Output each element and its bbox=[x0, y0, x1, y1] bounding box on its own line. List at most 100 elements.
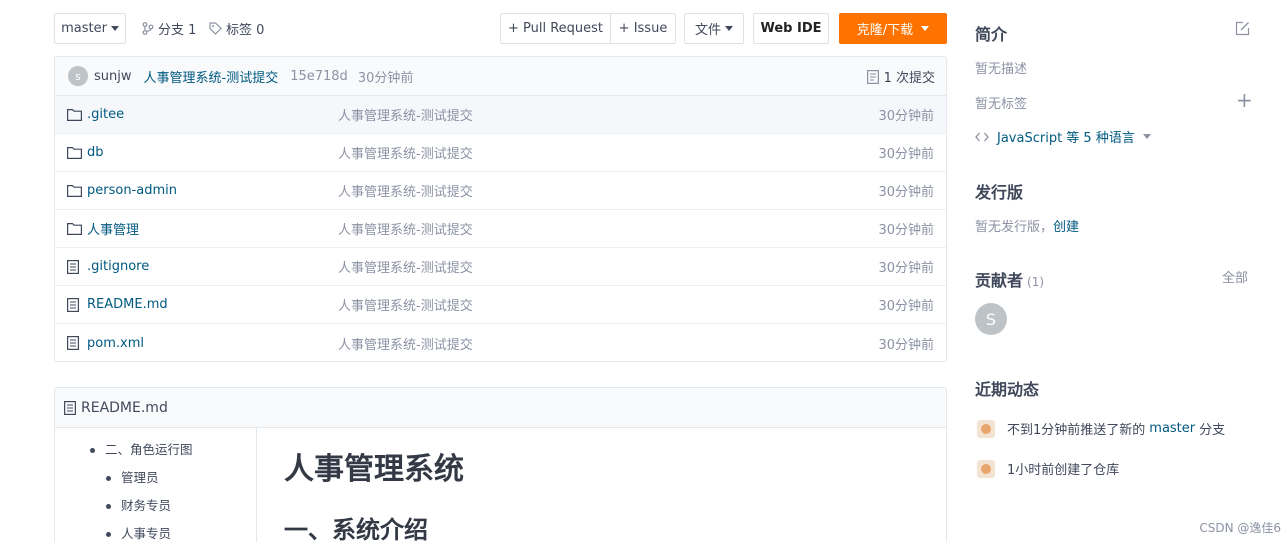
activity-avatar-icon bbox=[977, 459, 995, 478]
clone-download-label: 克隆/下载 bbox=[856, 23, 914, 38]
no-description-text: 暂无描述 bbox=[975, 62, 1028, 77]
chevron-down-icon bbox=[921, 26, 930, 31]
chevron-down-icon bbox=[725, 26, 733, 31]
readme-toc: 二、角色运行图 管理员 财务专员 人事专员 bbox=[55, 428, 257, 542]
add-tag-button[interactable]: + bbox=[1236, 90, 1253, 110]
file-text-icon bbox=[64, 400, 76, 415]
chevron-down-icon bbox=[1142, 134, 1151, 139]
file-commit-message[interactable]: 人事管理系统-测试提交 bbox=[338, 295, 473, 314]
releases-title: 发行版 bbox=[975, 183, 1024, 202]
table-row[interactable]: .gitee 人事管理系统-测试提交 30分钟前 bbox=[55, 96, 946, 134]
file-commit-message[interactable]: 人事管理系统-测试提交 bbox=[338, 257, 473, 276]
branch-select[interactable]: master bbox=[54, 13, 126, 44]
commit-count-link[interactable]: 1 次提交 bbox=[866, 57, 935, 96]
languages-dropdown[interactable]: JavaScript 等 5 种语言 bbox=[975, 127, 1151, 146]
no-tags-text: 暂无标签 bbox=[975, 97, 1028, 112]
table-row[interactable]: db 人事管理系统-测试提交 30分钟前 bbox=[55, 134, 946, 172]
all-contributors-link[interactable]: 全部 bbox=[1222, 267, 1248, 286]
activity-branch-link[interactable]: master bbox=[1149, 421, 1195, 436]
file-commit-time: 30分钟前 bbox=[878, 261, 934, 276]
commit-hash[interactable]: 15e718d bbox=[290, 69, 348, 84]
repo-toolbar: master 分支 1 标签 0 + Pull Request + Issue … bbox=[54, 13, 947, 44]
activity-item: 1小时前创建了仓库 bbox=[977, 459, 1119, 478]
folder-icon bbox=[67, 108, 82, 125]
branches-link[interactable]: 分支 1 bbox=[142, 13, 196, 44]
file-list: s sunjw 人事管理系统-测试提交 15e718d 30分钟前 1 次提交 … bbox=[54, 56, 947, 362]
watermark: CSDN @逸佳6 bbox=[1199, 521, 1281, 535]
toc-item[interactable]: 人事专员 bbox=[55, 520, 256, 542]
tags-link[interactable]: 标签 0 bbox=[209, 13, 264, 44]
file-menu-button[interactable]: 文件 bbox=[684, 13, 744, 44]
readme-filename: README.md bbox=[81, 399, 168, 416]
file-commit-message[interactable]: 人事管理系统-测试提交 bbox=[338, 105, 473, 124]
file-name-link[interactable]: db bbox=[87, 145, 104, 160]
commit-count-label: 1 次提交 bbox=[883, 71, 935, 86]
activity-text: 1小时前创建了仓库 bbox=[1007, 463, 1120, 478]
file-icon bbox=[67, 298, 80, 316]
contributor-avatar[interactable]: S bbox=[975, 303, 1007, 335]
contributors-label: 贡献者 bbox=[975, 271, 1024, 290]
commit-author[interactable]: sunjw bbox=[94, 69, 132, 84]
code-icon bbox=[975, 132, 989, 141]
file-commit-time: 30分钟前 bbox=[878, 223, 934, 238]
table-row[interactable]: .gitignore 人事管理系统-测试提交 30分钟前 bbox=[55, 248, 946, 286]
branch-select-label: master bbox=[61, 21, 107, 36]
latest-commit-bar: s sunjw 人事管理系统-测试提交 15e718d 30分钟前 1 次提交 bbox=[55, 57, 946, 96]
activity-item: 不到1分钟前推送了新的 master 分支 bbox=[977, 419, 1225, 438]
file-icon bbox=[67, 260, 80, 278]
file-name-link[interactable]: README.md bbox=[87, 297, 168, 312]
folder-icon bbox=[67, 184, 82, 201]
activity-avatar-icon bbox=[977, 419, 995, 438]
activity-title: 近期动态 bbox=[975, 380, 1040, 399]
activity-suffix: 分支 bbox=[1199, 423, 1226, 438]
branch-icon bbox=[142, 22, 154, 35]
folder-icon bbox=[67, 146, 82, 163]
file-menu-label: 文件 bbox=[694, 23, 721, 38]
file-commit-message[interactable]: 人事管理系统-测试提交 bbox=[338, 219, 473, 238]
pull-request-button[interactable]: + Pull Request bbox=[500, 13, 611, 44]
file-name-link[interactable]: 人事管理 bbox=[87, 219, 139, 238]
table-row[interactable]: person-admin 人事管理系统-测试提交 30分钟前 bbox=[55, 172, 946, 210]
toc-item[interactable]: 管理员 bbox=[55, 464, 256, 492]
file-commit-message[interactable]: 人事管理系统-测试提交 bbox=[338, 334, 473, 353]
clone-download-button[interactable]: 克隆/下载 bbox=[839, 13, 947, 44]
file-commit-message[interactable]: 人事管理系统-测试提交 bbox=[338, 143, 473, 162]
file-name-link[interactable]: .gitignore bbox=[87, 259, 149, 274]
table-row[interactable]: README.md 人事管理系统-测试提交 30分钟前 bbox=[55, 286, 946, 324]
file-commit-time: 30分钟前 bbox=[878, 147, 934, 162]
toc-list: 二、角色运行图 管理员 财务专员 人事专员 bbox=[55, 428, 256, 542]
contributors-count: (1) bbox=[1027, 275, 1045, 289]
file-icon bbox=[67, 336, 80, 354]
file-name-link[interactable]: pom.xml bbox=[87, 336, 144, 351]
tag-icon bbox=[209, 22, 222, 35]
activity-text: 不到1分钟前推送了新的 bbox=[1007, 423, 1146, 438]
commit-message[interactable]: 人事管理系统-测试提交 bbox=[144, 67, 279, 86]
readme-header: README.md bbox=[55, 388, 946, 428]
tags-label: 标签 0 bbox=[226, 23, 265, 38]
table-row[interactable]: 人事管理 人事管理系统-测试提交 30分钟前 bbox=[55, 210, 946, 248]
edit-icon[interactable] bbox=[1235, 21, 1250, 36]
readme-content: 人事管理系统 一、系统介绍 bbox=[284, 444, 464, 542]
file-commit-time: 30分钟前 bbox=[878, 337, 934, 353]
file-name-link[interactable]: .gitee bbox=[87, 107, 124, 122]
file-name-link[interactable]: person-admin bbox=[87, 183, 177, 198]
intro-title: 简介 bbox=[975, 25, 1008, 44]
file-rows: .gitee 人事管理系统-测试提交 30分钟前 db 人事管理系统-测试提交 30分钟前… bbox=[55, 96, 946, 361]
folder-icon bbox=[67, 222, 82, 239]
file-commit-time: 30分钟前 bbox=[878, 185, 934, 200]
toc-item[interactable]: 财务专员 bbox=[55, 492, 256, 520]
commit-time: 30分钟前 bbox=[357, 70, 414, 86]
web-ide-button[interactable]: Web IDE bbox=[753, 13, 829, 44]
table-row[interactable]: pom.xml 人事管理系统-测试提交 30分钟前 bbox=[55, 324, 946, 361]
file-commit-time: 30分钟前 bbox=[878, 109, 934, 124]
issue-button[interactable]: + Issue bbox=[610, 13, 676, 44]
file-commit-message[interactable]: 人事管理系统-测试提交 bbox=[338, 181, 473, 200]
readme-title: 人事管理系统 bbox=[284, 452, 464, 487]
avatar[interactable]: s bbox=[68, 66, 88, 86]
toc-item[interactable]: 二、角色运行图 bbox=[55, 436, 256, 464]
file-commit-time: 30分钟前 bbox=[878, 299, 934, 314]
readme-section-heading: 一、系统介绍 bbox=[284, 516, 428, 542]
branches-label: 分支 1 bbox=[158, 23, 197, 38]
create-release-link[interactable]: 创建 bbox=[1053, 220, 1079, 235]
releases-info: 暂无发行版，创建 bbox=[975, 216, 1079, 235]
